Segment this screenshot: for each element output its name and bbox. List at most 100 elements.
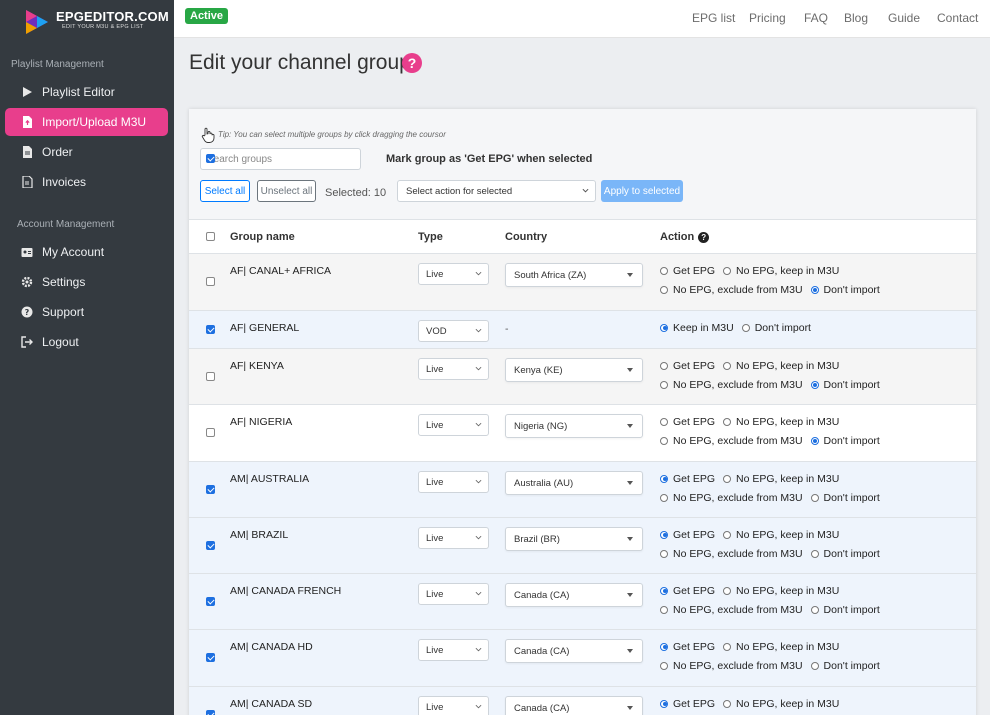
brand-logo[interactable]: EPGEDITOR.COM EDIT YOUR M3U & EPG LIST — [22, 6, 169, 40]
action-no-epg-exclude[interactable]: No EPG, exclude from M3U — [660, 660, 803, 672]
row-checkbox[interactable] — [206, 653, 215, 662]
row-checkbox[interactable] — [206, 277, 215, 286]
action-dont-import[interactable]: Don't import — [810, 548, 880, 560]
action-get-epg[interactable]: Get EPG — [660, 698, 715, 710]
country-select[interactable]: South Africa (ZA) — [505, 263, 643, 287]
sidebar-item-invoices[interactable]: Invoices — [5, 168, 168, 196]
action-no-epg-exclude[interactable]: No EPG, exclude from M3U — [660, 284, 803, 296]
sidebar-item-playlist-editor[interactable]: Playlist Editor — [5, 78, 168, 106]
action-dont-import[interactable]: Don't import — [810, 435, 880, 447]
radio-button[interactable] — [660, 605, 668, 614]
country-select[interactable]: Brazil (BR) — [505, 527, 643, 551]
radio-button[interactable] — [810, 380, 819, 389]
select-all-checkbox[interactable] — [206, 232, 215, 241]
radio-button[interactable] — [660, 285, 668, 294]
mark-get-epg-checkbox[interactable] — [206, 154, 215, 163]
bulk-action-select[interactable]: Select action for selected — [397, 180, 596, 202]
radio-button[interactable] — [660, 323, 668, 332]
radio-button[interactable] — [660, 266, 668, 275]
action-dont-import[interactable]: Don't import — [810, 604, 880, 616]
action-dont-import[interactable]: Don't import — [810, 660, 880, 672]
sidebar-item-support[interactable]: ? Support — [5, 298, 168, 326]
apply-to-selected-button[interactable]: Apply to selected — [601, 180, 683, 202]
type-select[interactable]: Live — [418, 583, 489, 605]
sidebar-item-settings[interactable]: Settings — [5, 268, 168, 296]
action-get-epg[interactable]: Get EPG — [660, 360, 715, 372]
type-select[interactable]: Live — [418, 263, 489, 285]
info-icon[interactable]: ? — [698, 232, 710, 243]
radio-button[interactable] — [660, 530, 668, 539]
radio-button[interactable] — [723, 361, 732, 370]
nav-blog[interactable]: Blog — [844, 11, 868, 25]
table-row[interactable]: AM| BRAZIL Live Brazil (BR) Get EPG No EPG, … — [189, 518, 976, 574]
action-no-epg-keep[interactable]: No EPG, keep in M3U — [723, 416, 839, 428]
type-select[interactable]: Live — [418, 358, 489, 380]
table-row[interactable]: AM| AUSTRALIA Live Australia (AU) Get EPG No… — [189, 462, 976, 518]
action-dont-import[interactable]: Don't import — [810, 379, 880, 391]
row-checkbox[interactable] — [206, 597, 215, 606]
radio-button[interactable] — [660, 361, 668, 370]
nav-faq[interactable]: FAQ — [804, 11, 828, 25]
unselect-all-button[interactable]: Unselect all — [257, 180, 316, 202]
sidebar-item-logout[interactable]: Logout — [5, 328, 168, 356]
radio-button[interactable] — [660, 586, 668, 595]
help-icon[interactable]: ? — [402, 53, 422, 73]
action-get-epg[interactable]: Get EPG — [660, 473, 715, 485]
action-get-epg[interactable]: Get EPG — [660, 529, 715, 541]
radio-button[interactable] — [660, 474, 668, 483]
type-select[interactable]: Live — [418, 527, 489, 549]
radio-button[interactable] — [741, 323, 750, 332]
radio-button[interactable] — [660, 493, 668, 502]
radio-button[interactable] — [810, 549, 819, 558]
radio-button[interactable] — [660, 549, 668, 558]
action-no-epg-keep[interactable]: No EPG, keep in M3U — [723, 529, 839, 541]
radio-button[interactable] — [723, 586, 732, 595]
table-row[interactable]: AM| CANADA FRENCH Live Canada (CA) Get EPG N… — [189, 574, 976, 630]
action-dont-import[interactable]: Don't import — [810, 492, 880, 504]
action-no-epg-keep[interactable]: No EPG, keep in M3U — [723, 698, 839, 710]
radio-button[interactable] — [660, 436, 668, 445]
table-row[interactable]: AF| GENERAL VOD - Keep in M3U Don't import — [189, 311, 976, 349]
radio-button[interactable] — [810, 661, 819, 670]
radio-button[interactable] — [723, 530, 732, 539]
type-select[interactable]: Live — [418, 696, 489, 715]
country-select[interactable]: Nigeria (NG) — [505, 414, 643, 438]
action-dont-import[interactable]: Don't import — [810, 284, 880, 296]
row-checkbox[interactable] — [206, 372, 215, 381]
table-row[interactable]: AF| NIGERIA Live Nigeria (NG) Get EPG No EPG… — [189, 405, 976, 462]
search-groups-input[interactable] — [200, 148, 361, 170]
action-keep-in-m3u[interactable]: Keep in M3U — [660, 322, 734, 334]
action-no-epg-exclude[interactable]: No EPG, exclude from M3U — [660, 379, 803, 391]
nav-contact[interactable]: Contact — [937, 11, 978, 25]
type-select[interactable]: Live — [418, 414, 489, 436]
action-no-epg-keep[interactable]: No EPG, keep in M3U — [723, 473, 839, 485]
table-row[interactable]: AM| CANADA SD Live Canada (CA) Get EPG No EP… — [189, 687, 976, 715]
action-no-epg-exclude[interactable]: No EPG, exclude from M3U — [660, 604, 803, 616]
action-no-epg-keep[interactable]: No EPG, keep in M3U — [723, 641, 839, 653]
country-select[interactable]: Canada (CA) — [505, 696, 643, 715]
radio-button[interactable] — [660, 642, 668, 651]
type-select[interactable]: Live — [418, 471, 489, 493]
sidebar-item-import-upload[interactable]: Import/Upload M3U — [5, 108, 168, 136]
action-get-epg[interactable]: Get EPG — [660, 585, 715, 597]
action-no-epg-exclude[interactable]: No EPG, exclude from M3U — [660, 548, 803, 560]
nav-epg-list[interactable]: EPG list — [692, 11, 735, 25]
row-checkbox[interactable] — [206, 541, 215, 550]
action-no-epg-keep[interactable]: No EPG, keep in M3U — [723, 265, 839, 277]
radio-button[interactable] — [810, 285, 819, 294]
table-row[interactable]: AM| CANADA HD Live Canada (CA) Get EPG No EP… — [189, 630, 976, 687]
radio-button[interactable] — [723, 417, 732, 426]
radio-button[interactable] — [723, 266, 732, 275]
type-select[interactable]: Live — [418, 639, 489, 661]
select-all-button[interactable]: Select all — [200, 180, 250, 202]
row-checkbox[interactable] — [206, 428, 215, 437]
row-checkbox[interactable] — [206, 485, 215, 494]
radio-button[interactable] — [660, 661, 668, 670]
country-select[interactable]: Canada (CA) — [505, 639, 643, 663]
nav-guide[interactable]: Guide — [888, 11, 920, 25]
action-no-epg-keep[interactable]: No EPG, keep in M3U — [723, 360, 839, 372]
action-dont-import[interactable]: Don't import — [741, 322, 811, 334]
radio-button[interactable] — [660, 699, 668, 708]
radio-button[interactable] — [723, 699, 732, 708]
radio-button[interactable] — [660, 380, 668, 389]
